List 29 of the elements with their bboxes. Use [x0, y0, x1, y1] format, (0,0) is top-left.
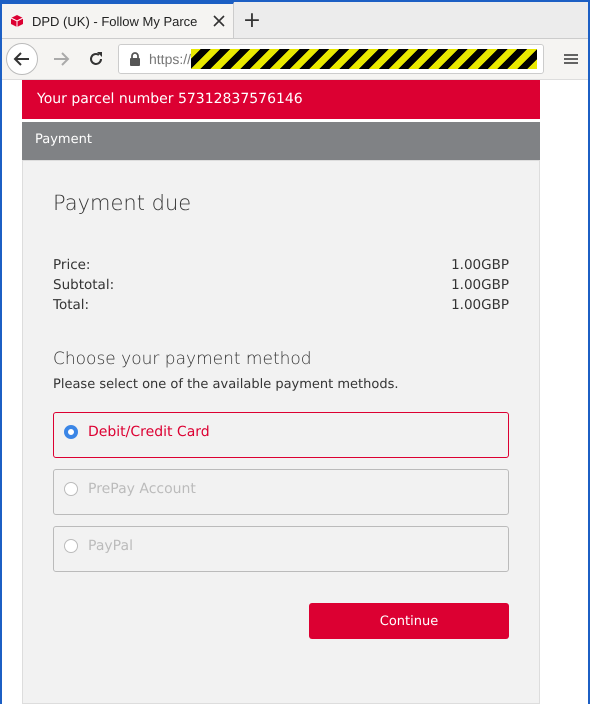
- lock-icon: [129, 52, 141, 66]
- cube-icon: [10, 14, 24, 28]
- radio-button[interactable]: [64, 482, 78, 496]
- tab-title: DPD (UK) - Follow My Parce: [32, 14, 198, 28]
- payment-heading: Payment due: [53, 191, 192, 215]
- total-label: Subtotal:: [53, 276, 114, 295]
- total-label: Price:: [53, 256, 90, 275]
- total-value: 1.00GBP: [451, 256, 509, 275]
- menu-icon[interactable]: [564, 53, 578, 65]
- option-label: Debit/Credit Card: [88, 424, 210, 440]
- continue-button[interactable]: Continue: [309, 603, 509, 639]
- section-header: Payment: [22, 122, 540, 160]
- radio-button[interactable]: [64, 539, 78, 553]
- new-tab-button[interactable]: +: [234, 2, 270, 38]
- reload-icon[interactable]: [88, 51, 104, 67]
- parcel-banner: Your parcel number 57312837576146: [22, 80, 540, 119]
- payment-option[interactable]: Debit/Credit Card: [53, 412, 509, 458]
- back-arrow-icon: [13, 51, 31, 67]
- back-button[interactable]: [6, 43, 38, 75]
- browser-tab[interactable]: DPD (UK) - Follow My Parce: [2, 2, 234, 38]
- radio-button[interactable]: [64, 425, 78, 439]
- url-text: https://: [149, 51, 192, 67]
- address-bar[interactable]: https://: [118, 44, 544, 74]
- method-hint: Please select one of the available payment methods.: [53, 377, 400, 392]
- method-heading: Choose your payment method: [53, 349, 313, 369]
- total-value: 1.00GBP: [451, 276, 509, 295]
- close-icon[interactable]: [213, 15, 225, 27]
- total-value: 1.00GBP: [451, 296, 509, 315]
- total-label: Total:: [53, 296, 90, 315]
